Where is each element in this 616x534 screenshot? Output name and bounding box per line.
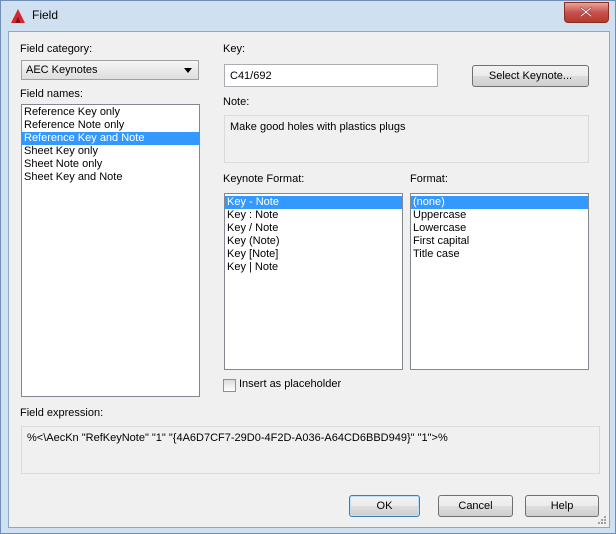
- autocad-logo-icon: [10, 8, 26, 24]
- close-button[interactable]: [564, 2, 609, 23]
- list-item-selected[interactable]: (none): [411, 196, 588, 209]
- list-item[interactable]: Key (Note): [225, 235, 402, 248]
- note-field: Make good holes with plastics plugs: [224, 115, 589, 163]
- chevron-down-icon: [184, 68, 192, 73]
- insert-placeholder-checkbox[interactable]: [223, 379, 236, 392]
- format-label: Format:: [410, 173, 448, 185]
- list-item[interactable]: Key : Note: [225, 209, 402, 222]
- select-keynote-button[interactable]: Select Keynote...: [472, 65, 589, 87]
- close-icon: [580, 7, 592, 17]
- field-expression-field: %<\AecKn "RefKeyNote" "1" "{4A6D7CF7-29D…: [21, 426, 600, 474]
- keynote-format-items: Key - Note Key : Note Key / Note Key (No…: [225, 194, 402, 274]
- field-dialog: Field Field category: AEC Keynotes Field…: [0, 0, 616, 534]
- format-list[interactable]: (none) Uppercase Lowercase First capital…: [410, 193, 589, 370]
- list-item-selected[interactable]: Key - Note: [225, 196, 402, 209]
- field-expression-value: %<\AecKn "RefKeyNote" "1" "{4A6D7CF7-29D…: [27, 432, 448, 444]
- dialog-body: Field category: AEC Keynotes Field names…: [8, 31, 610, 528]
- note-label: Note:: [223, 96, 250, 108]
- help-button[interactable]: Help: [525, 495, 599, 517]
- field-names-list[interactable]: Reference Key only Reference Note only R…: [21, 104, 200, 397]
- list-item[interactable]: First capital: [411, 235, 588, 248]
- format-items: (none) Uppercase Lowercase First capital…: [411, 194, 588, 261]
- field-expression-label: Field expression:: [20, 407, 104, 419]
- list-item[interactable]: Key [Note]: [225, 248, 402, 261]
- field-category-label: Field category:: [20, 43, 93, 55]
- list-item[interactable]: Reference Key only: [22, 106, 199, 119]
- list-item-selected[interactable]: Reference Key and Note: [22, 132, 199, 145]
- key-value: C41/692: [230, 70, 272, 82]
- list-item[interactable]: Key | Note: [225, 261, 402, 274]
- list-item[interactable]: Sheet Key only: [22, 145, 199, 158]
- keynote-format-label: Keynote Format:: [223, 173, 305, 185]
- key-label: Key:: [223, 43, 246, 55]
- resize-grip-icon[interactable]: [596, 514, 607, 525]
- field-category-dropdown[interactable]: AEC Keynotes: [21, 60, 199, 80]
- list-item[interactable]: Lowercase: [411, 222, 588, 235]
- field-names-label: Field names:: [20, 88, 83, 100]
- note-value: Make good holes with plastics plugs: [230, 121, 406, 133]
- key-input[interactable]: C41/692: [224, 64, 438, 87]
- field-category-value: AEC Keynotes: [26, 64, 98, 76]
- ok-button[interactable]: OK: [349, 495, 420, 517]
- list-item[interactable]: Uppercase: [411, 209, 588, 222]
- window-title: Field: [32, 8, 59, 22]
- list-item[interactable]: Reference Note only: [22, 119, 199, 132]
- insert-placeholder-label[interactable]: Insert as placeholder: [239, 378, 341, 390]
- field-names-items: Reference Key only Reference Note only R…: [22, 105, 199, 184]
- list-item[interactable]: Sheet Note only: [22, 158, 199, 171]
- keynote-format-list[interactable]: Key - Note Key : Note Key / Note Key (No…: [224, 193, 403, 370]
- title-bar[interactable]: Field: [1, 1, 615, 31]
- list-item[interactable]: Title case: [411, 248, 588, 261]
- list-item[interactable]: Sheet Key and Note: [22, 171, 199, 184]
- list-item[interactable]: Key / Note: [225, 222, 402, 235]
- cancel-button[interactable]: Cancel: [438, 495, 513, 517]
